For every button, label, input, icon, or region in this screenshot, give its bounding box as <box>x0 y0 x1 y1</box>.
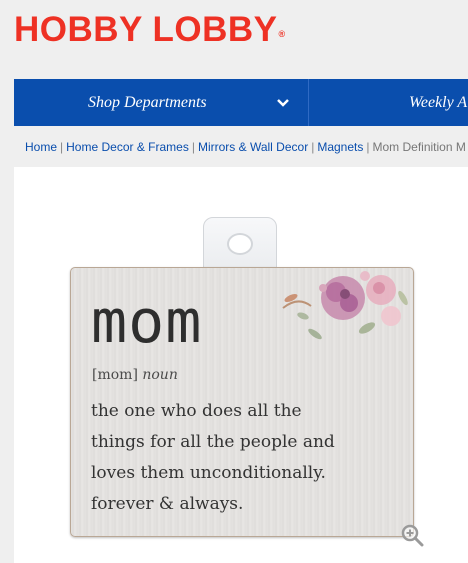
breadcrumb-mirrors-wall-decor[interactable]: Mirrors & Wall Decor <box>198 140 308 154</box>
part-of-speech: noun <box>142 367 178 383</box>
product-image[interactable]: mom [mom] noun the one who does all the … <box>70 217 424 547</box>
logo-text: HOBBY LOBBY <box>14 10 278 49</box>
definition-line: the one who does all the <box>91 401 302 421</box>
breadcrumb-separator: | <box>366 140 370 154</box>
breadcrumb-home-decor[interactable]: Home Decor & Frames <box>66 140 189 154</box>
main-nav-bar: Shop Departments Weekly A <box>14 79 468 126</box>
breadcrumb-home[interactable]: Home <box>25 140 57 154</box>
pronunciation: [mom] <box>92 367 138 383</box>
definition-line: things for all the people and <box>91 432 335 452</box>
breadcrumb-separator: | <box>311 140 315 154</box>
breadcrumb-current: Mom Definition M <box>372 140 466 154</box>
chevron-down-icon[interactable] <box>276 79 290 126</box>
hobby-lobby-logo[interactable]: HOBBY LOBBY® <box>14 10 286 50</box>
breadcrumb-separator: | <box>60 140 64 154</box>
floral-decoration <box>282 271 408 340</box>
definition-line: loves them unconditionally. <box>91 463 326 483</box>
shop-departments-menu[interactable]: Shop Departments <box>88 79 207 126</box>
pronunciation-line: [mom] noun <box>92 367 178 383</box>
zoom-in-icon[interactable] <box>400 523 424 547</box>
breadcrumb: Home | Home Decor & Frames | Mirrors & Wall … <box>25 140 468 154</box>
definition-text: the one who does all the things for all … <box>91 396 409 520</box>
registered-mark: ® <box>278 29 286 39</box>
hang-hole <box>227 233 253 255</box>
product-word: mom <box>91 287 203 357</box>
product-image-panel: mom [mom] noun the one who does all the … <box>14 167 468 563</box>
weekly-ad-link[interactable]: Weekly A <box>409 79 467 126</box>
nav-divider <box>308 79 309 126</box>
breadcrumb-magnets[interactable]: Magnets <box>317 140 363 154</box>
magnet-product: mom [mom] noun the one who does all the … <box>70 267 414 537</box>
definition-line: forever & always. <box>91 494 244 514</box>
breadcrumb-separator: | <box>191 140 195 154</box>
